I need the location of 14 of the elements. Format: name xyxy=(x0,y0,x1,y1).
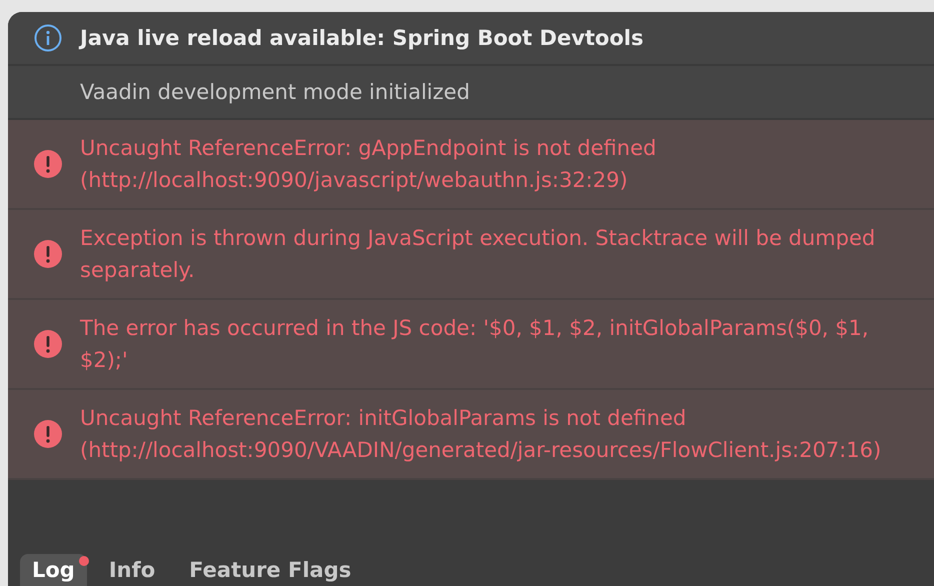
message-text: The error has occurred in the JS code: '$0, $1, $2, initGlobalParams($0, $1, $2);' xyxy=(80,315,870,374)
error-icon xyxy=(34,150,62,178)
tab[interactable]: Feature Flags xyxy=(177,554,364,586)
error-icon xyxy=(34,240,62,268)
error-icon xyxy=(34,420,62,448)
message-text: Uncaught ReferenceError: gAppEndpoint is not defined (http://localhost:9090/javascript/webauthn.js:32:29) xyxy=(80,135,658,194)
message-text: Uncaught ReferenceError: initGlobalParams is not defined (http://localhost:9090/VAADIN/generated/jar-resources/FlowClient.js:207:16) xyxy=(80,405,882,464)
error-icon xyxy=(34,330,62,358)
message-text: Java live reload available: Spring Boot Devtools xyxy=(80,25,644,52)
message-text: Vaadin development mode initialized xyxy=(80,79,470,106)
tab[interactable]: Info xyxy=(96,554,168,586)
info-icon xyxy=(34,24,62,52)
tab[interactable]: Log xyxy=(20,554,87,586)
message-text: Exception is thrown during JavaScript execution. Stacktrace will be dumped separately. xyxy=(80,225,876,284)
